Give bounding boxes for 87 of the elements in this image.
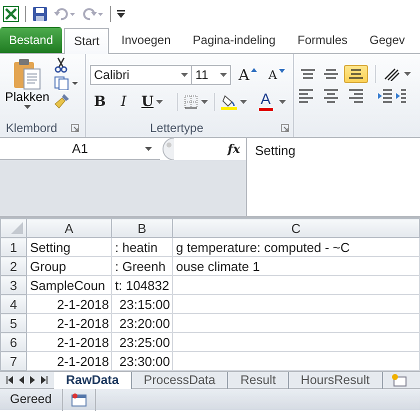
caret-icon[interactable] <box>278 100 286 104</box>
fill-color-icon[interactable] <box>220 94 237 110</box>
paste-button[interactable]: Plakken <box>4 57 50 119</box>
previous-sheet-icon[interactable] <box>19 376 24 384</box>
caret-icon <box>181 73 188 77</box>
align-middle-icon <box>324 69 338 79</box>
format-painter-icon[interactable] <box>54 93 70 109</box>
cut-icon[interactable] <box>54 57 68 73</box>
table-cell: Setting <box>30 240 70 254</box>
align-center-icon[interactable] <box>323 89 339 103</box>
grow-font-button[interactable]: A <box>234 66 262 84</box>
table-cell: 2-1-2018 <box>56 334 109 350</box>
font-name-dropdown[interactable]: Calibri <box>90 65 192 85</box>
ribbon-tab[interactable]: Formules <box>288 27 358 53</box>
caret-icon[interactable] <box>200 100 208 104</box>
table-cell: 23:30:00 <box>119 354 170 368</box>
decrease-indent-icon[interactable] <box>377 89 393 103</box>
caret-icon <box>220 73 228 77</box>
ribbon-tab[interactable]: Gegev <box>360 27 415 53</box>
table-cell: Group <box>30 258 66 274</box>
table-cell: 2-1-2018 <box>56 354 109 368</box>
table-cell: g temperature: computed - ~C <box>176 240 350 254</box>
row-header[interactable]: 5 <box>0 314 26 332</box>
column-header[interactable]: B <box>112 218 172 238</box>
first-sheet-icon[interactable] <box>6 376 13 384</box>
row-header[interactable]: 4 <box>0 294 26 314</box>
corner-triangle-icon <box>11 222 23 234</box>
column-header[interactable]: C <box>172 218 420 238</box>
table-cell: 23:15:00 <box>119 296 170 312</box>
dialog-launcher-icon[interactable] <box>71 124 80 132</box>
customize-caret-icon[interactable] <box>117 9 125 19</box>
table-cell: : Greenh <box>115 258 166 274</box>
italic-button[interactable]: I <box>116 92 130 110</box>
clipboard-icon <box>13 58 42 90</box>
next-sheet-icon[interactable] <box>30 376 35 384</box>
file-tab[interactable]: Bestand <box>0 27 62 53</box>
arrow-up-icon <box>251 68 258 72</box>
row-header[interactable]: 6 <box>0 332 26 352</box>
table-cell: SampleCoun <box>30 278 106 292</box>
caret-icon[interactable] <box>156 100 163 104</box>
align-top-icon <box>301 69 315 79</box>
table-cell: : heatin <box>115 240 158 254</box>
text-orientation-icon[interactable] <box>383 67 401 81</box>
ribbon-tab[interactable]: Start <box>64 28 110 54</box>
table-cell: 23:20:00 <box>119 316 170 330</box>
align-bottom-button[interactable] <box>344 65 368 83</box>
ribbon-tab[interactable]: Invoegen <box>111 27 181 53</box>
align-right-icon[interactable] <box>348 89 364 103</box>
group-label: Klembord <box>6 120 58 137</box>
arrow-down-icon <box>279 69 285 73</box>
column-header[interactable]: A <box>26 218 112 238</box>
dialog-launcher-icon[interactable] <box>281 124 289 132</box>
row-header[interactable]: 3 <box>0 276 26 294</box>
table-cell: ouse climate 1 <box>176 258 260 274</box>
caret-icon <box>145 147 152 151</box>
table-cell: 2-1-2018 <box>56 296 109 312</box>
row-header[interactable]: 1 <box>0 238 26 256</box>
row-header[interactable]: 7 <box>0 352 26 370</box>
group-label: Lettertype <box>150 120 204 137</box>
align-left-icon[interactable] <box>298 89 314 103</box>
borders-icon[interactable] <box>184 94 198 108</box>
align-bottom-icon <box>349 69 363 79</box>
font-size-dropdown[interactable]: 11 <box>191 65 232 85</box>
splitter-handle-icon[interactable] <box>160 138 174 160</box>
font-color-button[interactable]: A <box>256 91 276 112</box>
table-cell: t: 104832 <box>115 278 170 292</box>
underline-button[interactable]: U <box>137 92 167 110</box>
bold-button[interactable]: B <box>90 92 110 110</box>
caret-icon[interactable] <box>240 100 247 104</box>
new-sheet-icon[interactable] <box>390 373 407 387</box>
macro-record-icon[interactable] <box>70 392 87 406</box>
excel-logo-icon[interactable] <box>3 6 19 22</box>
save-icon[interactable] <box>32 6 48 22</box>
insert-function-button[interactable]: fx <box>228 140 240 158</box>
status-text: Gereed <box>9 391 53 408</box>
table-cell: 23:25:00 <box>119 334 170 350</box>
copy-icon[interactable] <box>54 76 78 90</box>
shrink-font-button[interactable]: A <box>264 67 289 83</box>
sheet-tab[interactable]: RawData <box>54 372 132 388</box>
increase-indent-icon[interactable] <box>396 89 406 103</box>
formula-bar-field[interactable]: Setting <box>246 138 420 216</box>
caret-icon <box>24 104 31 108</box>
last-sheet-icon[interactable] <box>41 376 48 384</box>
ribbon-tab[interactable]: Pagina-indeling <box>182 27 286 53</box>
row-header[interactable]: 2 <box>0 256 26 276</box>
table-cell: 2-1-2018 <box>56 316 109 330</box>
caret-icon[interactable] <box>404 72 411 76</box>
